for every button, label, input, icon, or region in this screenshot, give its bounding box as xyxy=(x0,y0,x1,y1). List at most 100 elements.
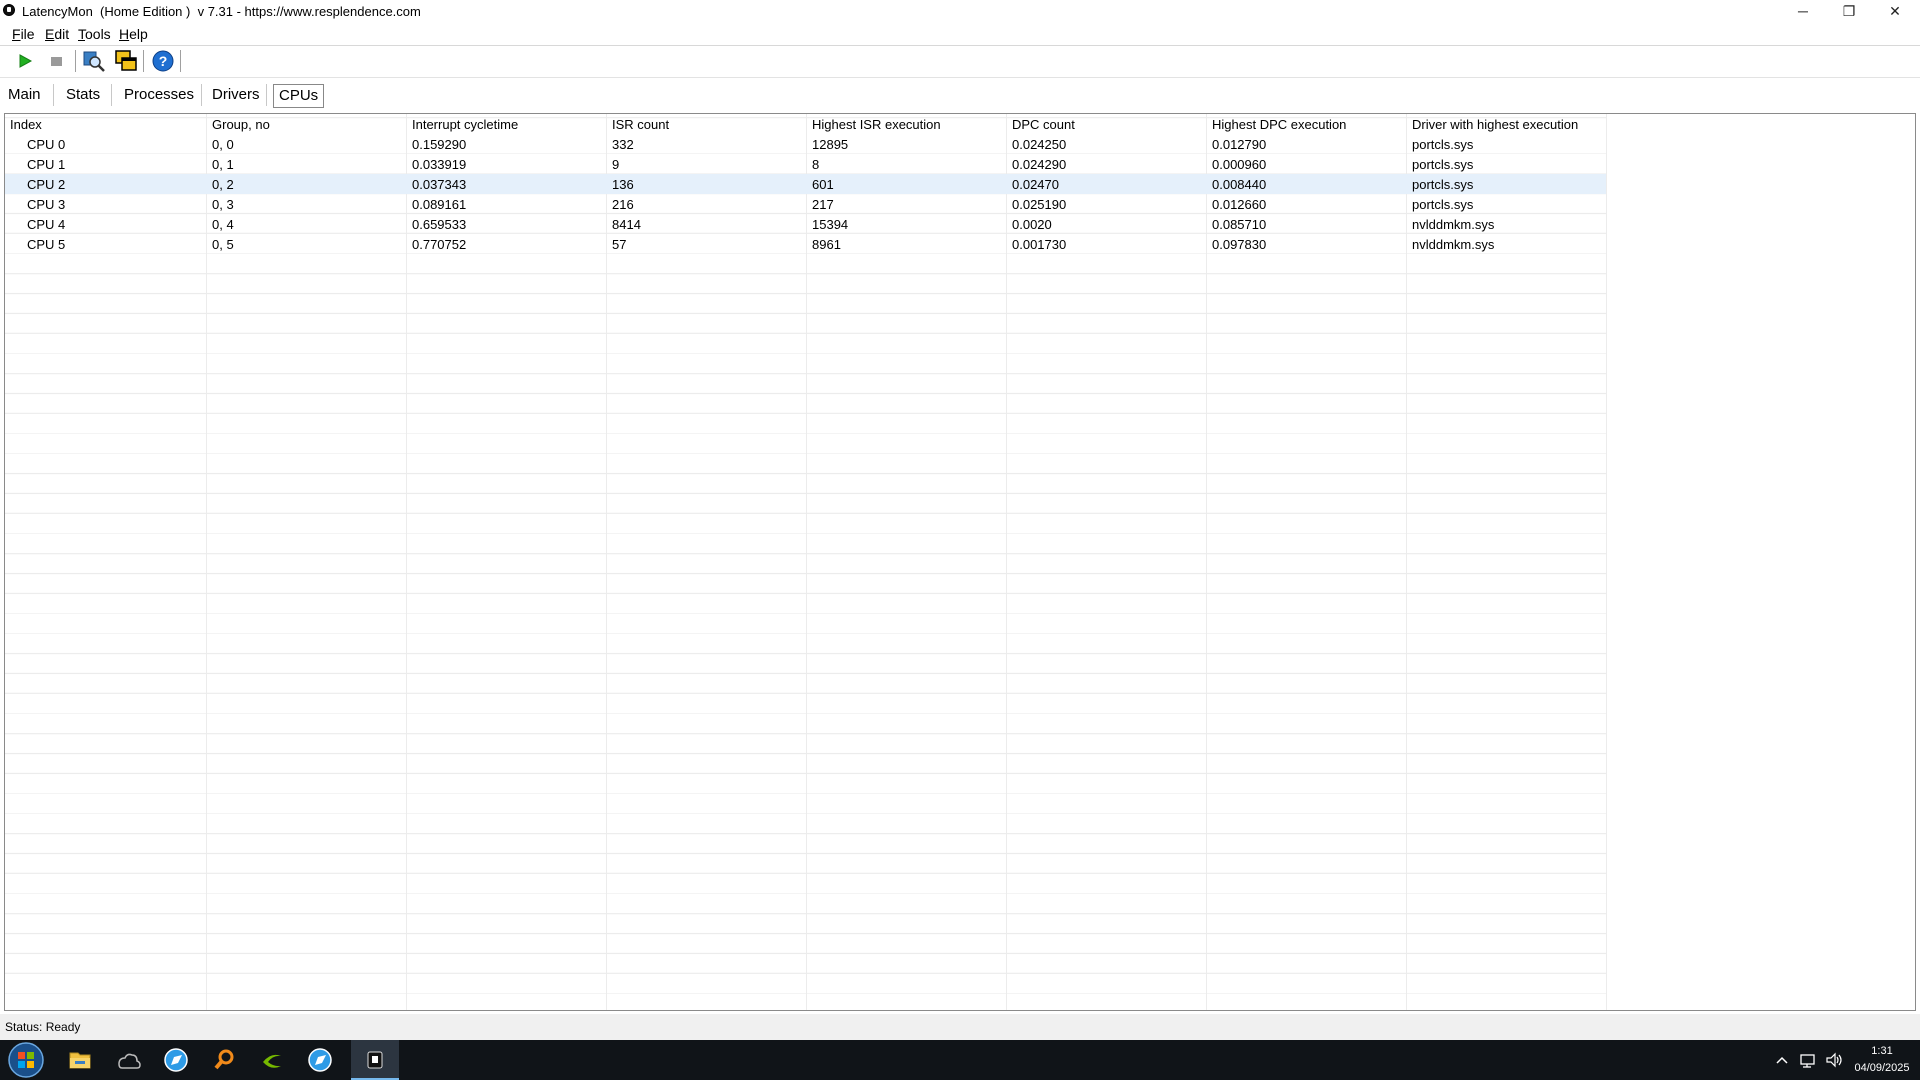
nvidia-icon[interactable] xyxy=(248,1040,296,1080)
svg-text:?: ? xyxy=(159,53,168,69)
network-icon[interactable] xyxy=(1796,1040,1820,1080)
cell-interrupt-cycletime: 0.089161 xyxy=(412,197,467,212)
tab-cpus[interactable]: CPUs xyxy=(273,84,325,108)
table-row[interactable]: CPU 5 0, 5 0.770752 57 8961 0.001730 0.0… xyxy=(5,234,1606,254)
tab-drivers[interactable]: Drivers xyxy=(210,84,262,106)
table-row-selected[interactable]: CPU 2 0, 2 0.037343 136 601 0.02470 0.00… xyxy=(5,174,1606,194)
windows-icon[interactable] xyxy=(114,49,138,73)
cell-highest-dpc: 0.000960 xyxy=(1212,157,1267,172)
table-row[interactable]: CPU 0 0, 0 0.159290 332 12895 0.024250 0… xyxy=(5,134,1606,154)
play-icon[interactable] xyxy=(13,49,37,73)
cell-isr-count: 136 xyxy=(612,177,634,192)
menu-tools-accel: T xyxy=(78,26,85,42)
tab-main[interactable]: Main xyxy=(6,84,43,106)
cell-driver: portcls.sys xyxy=(1412,197,1474,212)
menu-tools[interactable]: Tools xyxy=(78,26,111,42)
taskbar: 1:31 04/09/2025 xyxy=(0,1040,1920,1080)
cell-driver: portcls.sys xyxy=(1412,137,1474,152)
clock-date[interactable]: 04/09/2025 xyxy=(1852,1062,1912,1074)
cell-dpc-count: 0.0020 xyxy=(1012,217,1052,232)
cell-index: CPU 5 xyxy=(27,237,66,252)
menu-help-accel: H xyxy=(119,26,130,42)
tab-separator xyxy=(201,84,202,106)
cell-group: 0, 4 xyxy=(212,217,234,232)
clock-time[interactable]: 1:31 xyxy=(1852,1045,1912,1057)
cell-highest-isr: 217 xyxy=(812,197,834,212)
cell-highest-isr: 15394 xyxy=(812,217,849,232)
stop-icon[interactable] xyxy=(44,49,68,73)
cell-isr-count: 216 xyxy=(612,197,634,212)
analyze-icon[interactable] xyxy=(82,49,106,73)
menu-edit[interactable]: Edit xyxy=(45,26,69,42)
status-text: Status: Ready xyxy=(5,1020,81,1034)
cell-interrupt-cycletime: 0.033919 xyxy=(412,157,467,172)
column-header-dpc-count[interactable]: DPC count xyxy=(1012,117,1075,132)
cell-index: CPU 0 xyxy=(27,137,66,152)
menu-edit-accel: E xyxy=(45,26,55,42)
latencymon-app-icon xyxy=(3,4,15,16)
cell-dpc-count: 0.025190 xyxy=(1012,197,1067,212)
table-row[interactable]: CPU 1 0, 1 0.033919 9 8 0.024290 0.00096… xyxy=(5,154,1606,174)
cell-interrupt-cycletime: 0.159290 xyxy=(412,137,467,152)
close-button[interactable]: ✕ xyxy=(1872,0,1918,22)
menu-file[interactable]: File xyxy=(12,26,35,42)
window-title: LatencyMon (Home Edition ) v 7.31 - http… xyxy=(22,4,421,19)
table-row[interactable]: CPU 3 0, 3 0.089161 216 217 0.025190 0.0… xyxy=(5,194,1606,214)
browser-icon-2[interactable] xyxy=(296,1040,344,1080)
toolbar-divider xyxy=(0,77,1920,78)
cell-isr-count: 57 xyxy=(612,237,627,252)
tab-processes[interactable]: Processes xyxy=(122,84,196,106)
menu-help[interactable]: Help xyxy=(119,26,148,42)
cell-driver: nvlddmkm.sys xyxy=(1412,217,1495,232)
tab-stats[interactable]: Stats xyxy=(64,84,102,106)
browser-icon[interactable] xyxy=(152,1040,200,1080)
cell-driver: nvlddmkm.sys xyxy=(1412,237,1495,252)
cell-index: CPU 2 xyxy=(27,177,66,192)
restore-button[interactable]: ❐ xyxy=(1826,0,1872,22)
column-header-interrupt-cycletime[interactable]: Interrupt cycletime xyxy=(412,117,518,132)
chevron-up-icon[interactable] xyxy=(1770,1040,1794,1080)
column-header-highest-isr[interactable]: Highest ISR execution xyxy=(812,117,941,132)
minimize-button[interactable]: ─ xyxy=(1780,0,1826,22)
menu-tools-label: ools xyxy=(85,26,111,42)
cell-highest-dpc: 0.097830 xyxy=(1212,237,1267,252)
cell-highest-dpc: 0.012790 xyxy=(1212,137,1267,152)
cell-group: 0, 0 xyxy=(212,137,234,152)
cell-isr-count: 9 xyxy=(612,157,620,172)
cell-driver: portcls.sys xyxy=(1412,177,1474,192)
cell-interrupt-cycletime: 0.037343 xyxy=(412,177,467,192)
cell-highest-isr: 8 xyxy=(812,157,820,172)
latencymon-icon[interactable] xyxy=(351,1040,399,1080)
menu-file-label: ile xyxy=(20,26,35,42)
cell-driver: portcls.sys xyxy=(1412,157,1474,172)
volume-icon[interactable] xyxy=(1822,1040,1846,1080)
cpu-table[interactable]: Index Group, no Interrupt cycletime ISR … xyxy=(4,113,1916,1011)
tab-strip: Main Stats Processes Drivers CPUs xyxy=(0,80,1920,110)
status-bar: Status: Ready xyxy=(0,1014,1920,1040)
tab-separator xyxy=(111,84,112,106)
column-header-isr-count[interactable]: ISR count xyxy=(612,117,669,132)
cell-highest-isr: 601 xyxy=(812,177,834,192)
title-bar: LatencyMon (Home Edition ) v 7.31 - http… xyxy=(0,0,1920,22)
search-app-icon[interactable] xyxy=(200,1040,248,1080)
cell-dpc-count: 0.02470 xyxy=(1012,177,1059,192)
cell-highest-isr: 8961 xyxy=(812,237,841,252)
cell-group: 0, 1 xyxy=(212,157,234,172)
column-header-index[interactable]: Index xyxy=(10,117,42,132)
cell-highest-isr: 12895 xyxy=(812,137,849,152)
help-icon[interactable]: ? xyxy=(151,49,175,73)
start-icon[interactable] xyxy=(2,1040,50,1080)
menu-bar: File Edit Tools Help xyxy=(0,24,1920,44)
tab-separator xyxy=(266,84,267,106)
table-row[interactable]: CPU 4 0, 4 0.659533 8414 15394 0.0020 0.… xyxy=(5,214,1606,234)
toolbar-separator-3 xyxy=(180,50,181,72)
cell-interrupt-cycletime: 0.659533 xyxy=(412,217,467,232)
file-explorer-icon[interactable] xyxy=(56,1040,104,1080)
column-header-highest-dpc[interactable]: Highest DPC execution xyxy=(1212,117,1346,132)
column-header-driver[interactable]: Driver with highest execution xyxy=(1412,117,1578,132)
column-header-group[interactable]: Group, no xyxy=(212,117,270,132)
cell-index: CPU 1 xyxy=(27,157,66,172)
weather-icon[interactable] xyxy=(104,1040,152,1080)
cell-index: CPU 3 xyxy=(27,197,66,212)
cell-interrupt-cycletime: 0.770752 xyxy=(412,237,467,252)
